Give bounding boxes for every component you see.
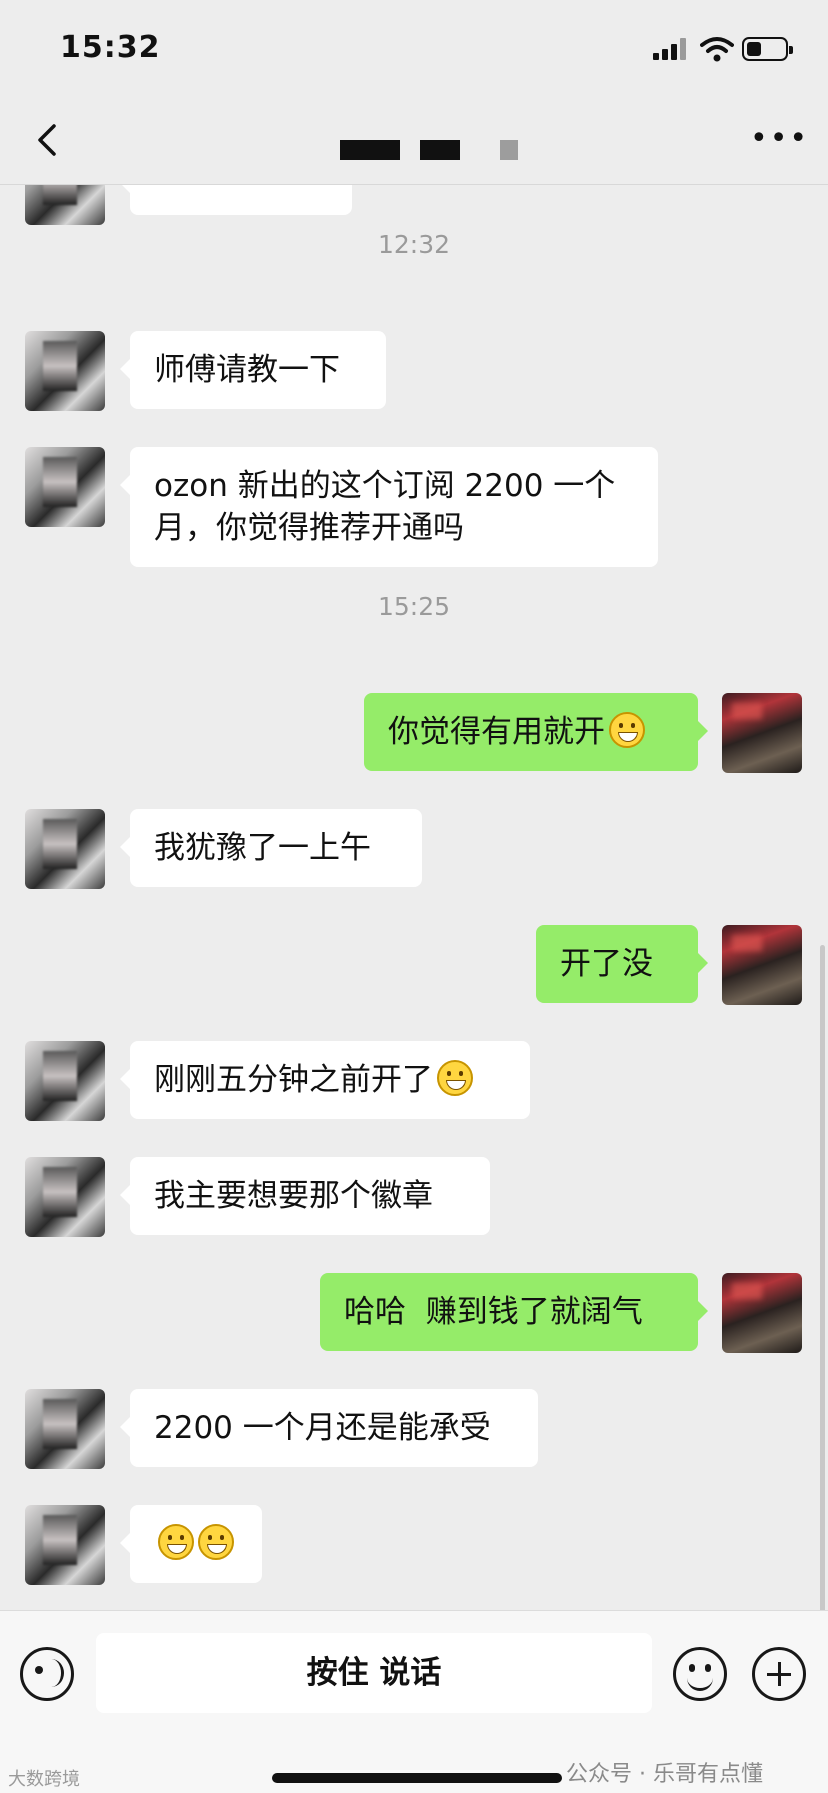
tears-of-joy-emoji-icon [437, 1060, 473, 1096]
plus-icon[interactable] [752, 1647, 806, 1701]
message-bubble-received[interactable]: 师傅请教一下 [120, 331, 386, 409]
contact-avatar[interactable] [25, 185, 105, 225]
my-avatar[interactable] [722, 925, 802, 1005]
input-bar: 按住 说话 大数跨境 公众号 · 乐哥有点懂 [0, 1610, 828, 1793]
cellular-signal-icon [653, 38, 689, 60]
watermark-left: 大数跨境 [8, 1769, 80, 1790]
message-bubble-received[interactable]: 2200 一个月还是能承受 [120, 1389, 538, 1467]
contact-avatar[interactable] [25, 1505, 105, 1585]
message-bubble-received[interactable]: 我犹豫了一上午 [120, 809, 422, 887]
chat-message-list[interactable]: 12:32 师傅请教一下 ozon 新出的这个订阅 2200 一个 月，你觉得推… [0, 185, 828, 1610]
my-avatar[interactable] [722, 1273, 802, 1353]
chat-header: ••• [0, 100, 828, 185]
grin-emoji-icon [198, 1524, 234, 1560]
my-avatar[interactable] [722, 693, 802, 773]
grin-emoji-icon [609, 712, 645, 748]
voice-input-icon[interactable] [20, 1647, 74, 1701]
contact-avatar[interactable] [25, 1157, 105, 1237]
message-bubble-received[interactable]: ozon 新出的这个订阅 2200 一个 月，你觉得推荐开通吗 [120, 447, 658, 567]
grin-emoji-icon [158, 1524, 194, 1560]
more-options-icon[interactable]: ••• [750, 124, 809, 154]
battery-icon [742, 37, 793, 61]
message-bubble-received[interactable] [120, 1505, 262, 1583]
message-bubble-received[interactable]: 我主要想要那个徽章 [120, 1157, 490, 1235]
scrollbar[interactable] [820, 945, 825, 1610]
contact-avatar[interactable] [25, 1041, 105, 1121]
message-text: 你觉得有用就开 [388, 714, 605, 750]
message-bubble-partial[interactable] [120, 185, 352, 215]
hold-to-talk-button[interactable]: 按住 说话 [96, 1633, 652, 1713]
back-arrow-icon[interactable] [28, 120, 68, 160]
wifi-icon [700, 37, 734, 62]
contact-avatar[interactable] [25, 809, 105, 889]
contact-avatar[interactable] [25, 331, 105, 411]
home-indicator[interactable] [272, 1773, 562, 1783]
status-time: 15:32 [60, 30, 161, 65]
status-bar: 15:32 [0, 0, 828, 100]
message-bubble-sent[interactable]: 开了没 [536, 925, 708, 1003]
contact-avatar[interactable] [25, 1389, 105, 1469]
message-bubble-sent[interactable]: 你觉得有用就开 [364, 693, 708, 771]
message-text: 刚刚五分钟之前开了 [154, 1062, 433, 1098]
contact-avatar[interactable] [25, 447, 105, 527]
timestamp: 12:32 [377, 230, 451, 259]
message-bubble-sent[interactable]: 哈哈 赚到钱了就阔气 [320, 1273, 708, 1351]
timestamp: 15:25 [377, 592, 451, 621]
message-bubble-received[interactable]: 刚刚五分钟之前开了 [120, 1041, 530, 1119]
watermark-right: 公众号 · 乐哥有点懂 [566, 1762, 763, 1787]
emoji-icon[interactable] [673, 1647, 727, 1701]
